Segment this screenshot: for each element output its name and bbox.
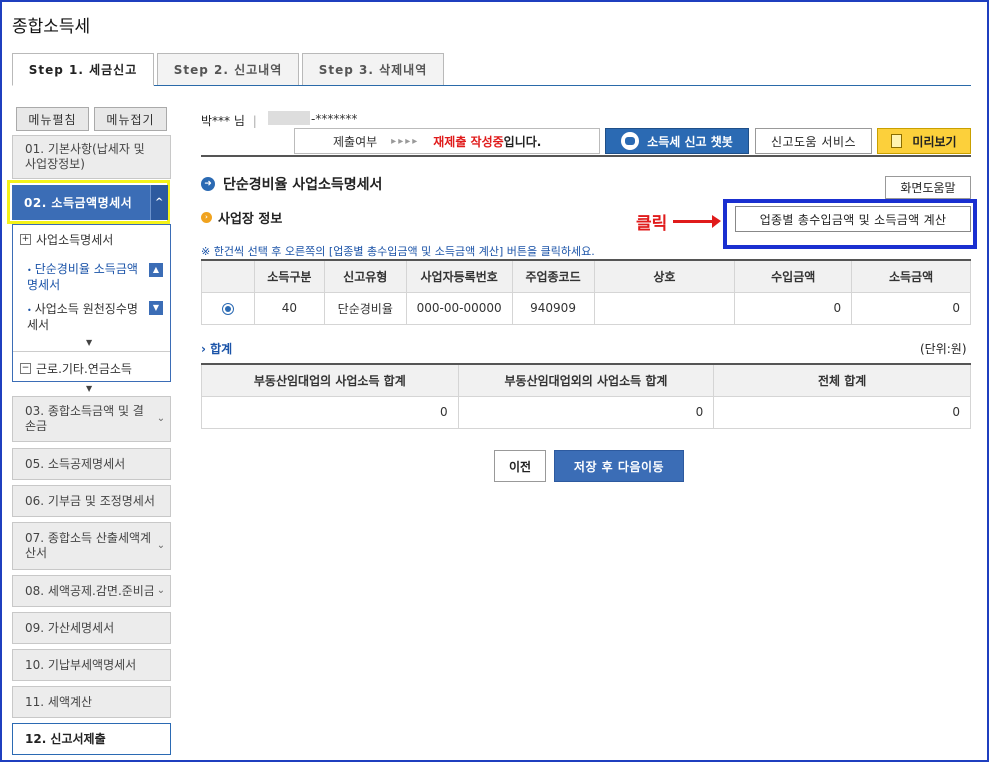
chatbot-icon — [621, 132, 640, 150]
page-title: 종합소득세 — [12, 17, 91, 37]
sidebar-item-02[interactable]: 02. 소득금액명세서 ^ — [12, 185, 168, 220]
submenu-simple-expense[interactable]: • 단순경비율 소득금액명세서 — [27, 262, 139, 292]
arrow-icon: ▸▸▸▸ — [391, 135, 420, 147]
col-report-type: 신고유형 — [323, 259, 407, 293]
sidebar-item-05[interactable]: 05. 소득공제명세서 — [12, 448, 171, 480]
sidebar-item-label: 11. 세액계산 — [25, 694, 93, 709]
submission-status: 제출여부 ▸▸▸▸ 재제출 작성중 입니다. — [294, 128, 600, 154]
chevron-down-icon[interactable]: ⌄ — [154, 583, 168, 599]
help-service-button[interactable]: 신고도움 서비스 — [755, 128, 872, 154]
notice-text: ※ 한건씩 선택 후 오른쪽의 [업종별 총수입금액 및 소득금액 계산] 버튼… — [201, 245, 595, 258]
chevron-up-icon[interactable]: ^ — [150, 185, 168, 220]
prev-button[interactable]: 이전 — [494, 450, 546, 482]
table-header-row: 부동산임대업의 사업소득 합계 부동산임대업외의 사업소득 합계 전체 합계 — [201, 363, 971, 397]
bullet-icon: › — [201, 212, 212, 223]
col-revenue: 수입금액 — [734, 259, 853, 293]
row-radio[interactable] — [221, 302, 234, 315]
tab-step1[interactable]: Step 1. 세금신고 — [12, 53, 154, 86]
sidebar-item-label: 09. 가산세명세서 — [25, 620, 115, 635]
col-code: 주업종코드 — [511, 259, 595, 293]
section-title: ➜ 단순경비율 사업소득명세서 — [201, 174, 382, 194]
submenu-withholding[interactable]: • 사업소득 원천징수명세서 — [27, 302, 139, 332]
screen-help-button[interactable]: 화면도움말 — [885, 176, 971, 199]
col-biz-no: 사업자등록번호 — [405, 259, 513, 293]
tab-divider — [12, 85, 971, 86]
menu-collapse-button[interactable]: 메뉴접기 — [94, 107, 167, 131]
submenu-labor-income[interactable]: − 근로.기타.연금소득 — [20, 360, 132, 377]
col-income: 소득금액 — [851, 259, 971, 293]
user-info: 박*** 님 | — [201, 114, 257, 128]
sidebar-item-label: 08. 세액공제.감면.준비금 — [25, 583, 153, 598]
sidebar-item-label: 12. 신고서제출 — [25, 731, 106, 746]
masked-id-tail: -******* — [311, 112, 358, 126]
click-annotation: 클릭 — [636, 209, 722, 234]
sidebar-item-07[interactable]: 07. 종합소득 산출세액계산서 ⌄ — [12, 522, 171, 570]
sidebar-item-label: 05. 소득공제명세서 — [25, 456, 126, 471]
sidebar-item-10[interactable]: 10. 기납부세액명세서 — [12, 649, 171, 681]
sidebar-item-08[interactable]: 08. 세액공제.감면.준비금 ⌄ — [12, 575, 171, 607]
sidebar-item-label: 10. 기납부세액명세서 — [25, 657, 137, 672]
sidebar-item-label: 01. 기본사항(납세자 및 사업장정보) — [25, 142, 145, 171]
plus-icon: + — [20, 234, 31, 245]
chevron-down-icon[interactable]: ⌄ — [154, 538, 168, 554]
masked-id-block — [268, 111, 310, 125]
table-row[interactable]: 40 단순경비율 000-00-00000 940909 0 0 — [201, 291, 971, 325]
table-header-row: 소득구분 신고유형 사업자등록번호 주업종코드 상호 수입금액 소득금액 — [201, 259, 971, 293]
down-arrow-icon: ▼ — [86, 384, 93, 393]
preview-button[interactable]: 미리보기 — [877, 128, 971, 154]
sidebar-item-label: 02. 소득금액명세서 — [24, 196, 133, 210]
sidebar-item-12[interactable]: 12. 신고서제출 — [12, 723, 171, 755]
arrow-right-circle-icon: ➜ — [201, 177, 215, 191]
submenu-business-income[interactable]: + 사업소득명세서 — [20, 231, 113, 248]
sidebar-item-09[interactable]: 09. 가산세명세서 — [12, 612, 171, 644]
col-name: 상호 — [593, 259, 736, 293]
save-next-button[interactable]: 저장 후 다음이동 — [554, 450, 684, 482]
summary-heading: › 합계 — [201, 342, 233, 356]
chevron-down-icon[interactable]: ⌄ — [154, 411, 168, 427]
sidebar-item-11[interactable]: 11. 세액계산 — [12, 686, 171, 718]
sidebar-item-label: 06. 기부금 및 조정명세서 — [25, 493, 155, 508]
unit-label: (단위:원) — [920, 342, 967, 356]
menu-expand-button[interactable]: 메뉴펼침 — [16, 107, 89, 131]
collapse-icon[interactable]: ▼ — [149, 301, 163, 315]
summary-table: 부동산임대업의 사업소득 합계 부동산임대업외의 사업소득 합계 전체 합계 0… — [201, 363, 971, 429]
business-table: 소득구분 신고유형 사업자등록번호 주업종코드 상호 수입금액 소득금액 40 … — [201, 259, 971, 325]
calc-income-button[interactable]: 업종별 총수입금액 및 소득금액 계산 — [735, 206, 971, 232]
divider — [13, 351, 170, 352]
sidebar-item-06[interactable]: 06. 기부금 및 조정명세서 — [12, 485, 171, 517]
submenu-panel: + 사업소득명세서 • 단순경비율 소득금액명세서 ▲ • 사업소득 원천징수명세서… — [12, 224, 171, 382]
down-arrow-icon: ▼ — [86, 338, 93, 347]
expand-icon[interactable]: ▲ — [149, 263, 163, 277]
sidebar-item-label: 03. 종합소득금액 및 결손금 — [25, 404, 144, 433]
document-icon — [891, 134, 903, 148]
red-arrow-icon — [673, 215, 722, 228]
sidebar-item-03[interactable]: 03. 종합소득금액 및 결손금 ⌄ — [12, 396, 171, 442]
sidebar-item-01[interactable]: 01. 기본사항(납세자 및 사업장정보) — [12, 135, 171, 179]
sidebar-item-label: 07. 종합소득 산출세액계산서 — [25, 531, 152, 560]
table-row: 0 0 0 — [201, 395, 971, 429]
col-income-type: 소득구분 — [253, 259, 325, 293]
business-info-heading: › 사업장 정보 — [201, 208, 282, 227]
header-divider — [201, 155, 971, 157]
tab-step2[interactable]: Step 2. 신고내역 — [157, 53, 299, 86]
minus-icon: − — [20, 363, 31, 374]
tab-step3[interactable]: Step 3. 삭제내역 — [302, 53, 444, 86]
chatbot-button[interactable]: 소득세 신고 챗봇 — [605, 128, 749, 154]
